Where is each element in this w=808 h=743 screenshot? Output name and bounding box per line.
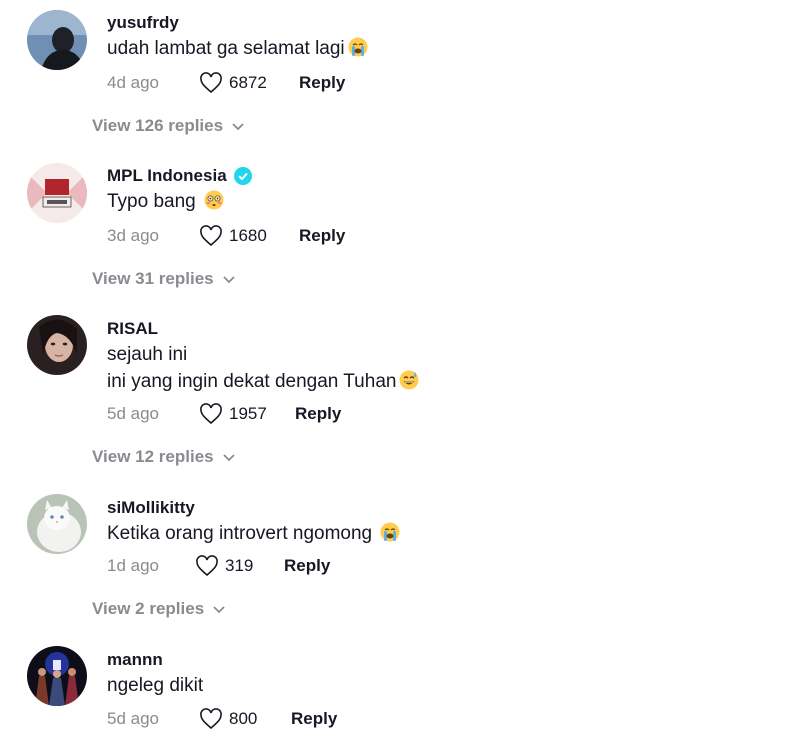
like-button[interactable]: 800 (199, 708, 291, 730)
loudly-crying-face-icon (348, 37, 368, 57)
view-replies-label[interactable]: View 126 replies (92, 116, 223, 136)
username[interactable]: RISAL (107, 319, 158, 339)
verified-badge-icon (233, 167, 252, 185)
like-button[interactable]: 319 (195, 555, 284, 577)
like-button[interactable]: 6872 (199, 72, 299, 94)
comment-line: Ketika orang introvert ngomong (107, 523, 373, 544)
timestamp: 1d ago (107, 556, 159, 575)
like-button[interactable]: 1680 (199, 225, 299, 247)
reply-button[interactable]: Reply (295, 404, 341, 424)
username-text[interactable]: siMollikitty (107, 498, 195, 518)
like-count: 6872 (229, 73, 267, 92)
comment-line: ini yang ingin dekat dengan Tuhan (107, 371, 397, 392)
chevron-down-icon (232, 123, 244, 131)
comment-line: Typo bang (107, 191, 196, 212)
avatar[interactable] (27, 315, 87, 375)
heart-icon[interactable] (199, 225, 223, 247)
view-replies-button[interactable]: View 126 replies (92, 116, 245, 136)
comment-text: Typo bang (107, 188, 224, 215)
like-count: 319 (225, 556, 254, 575)
like-count: 1957 (229, 404, 267, 423)
timestamp: 4d ago (107, 73, 159, 92)
heart-icon[interactable] (195, 555, 219, 577)
comment-line: ngeleg dikit (107, 675, 204, 696)
avatar[interactable] (27, 494, 87, 554)
flushed-face-icon (204, 190, 224, 210)
username-text[interactable]: yusufrdy (107, 13, 179, 33)
timestamp: 3d ago (107, 226, 159, 245)
view-replies-label[interactable]: View 31 replies (92, 269, 214, 289)
comment-meta: 1d ago 319 Reply (107, 555, 330, 577)
reply-button[interactable]: Reply (299, 73, 345, 93)
username-text[interactable]: RISAL (107, 319, 158, 339)
heart-icon[interactable] (199, 403, 223, 425)
like-count: 1680 (229, 226, 267, 245)
comment-text: ini yang ingin dekat dengan Tuhan (107, 368, 419, 395)
username[interactable]: siMollikitty (107, 498, 195, 518)
chevron-down-icon (213, 606, 225, 614)
username[interactable]: MPL Indonesia (107, 166, 252, 186)
comment-text: sejauh ini (107, 341, 187, 368)
reply-button[interactable]: Reply (299, 226, 345, 246)
comment-meta: 5d ago 1957 Reply (107, 403, 341, 425)
avatar[interactable] (27, 646, 87, 706)
avatar[interactable] (27, 163, 87, 223)
timestamp: 5d ago (107, 709, 159, 728)
like-count: 800 (229, 709, 258, 728)
username-text[interactable]: MPL Indonesia (107, 166, 227, 186)
heart-icon[interactable] (199, 708, 223, 730)
like-button[interactable]: 1957 (199, 403, 295, 425)
comment-text: Ketika orang introvert ngomong (107, 520, 400, 547)
reply-button[interactable]: Reply (284, 556, 330, 576)
view-replies-button[interactable]: View 2 replies (92, 599, 226, 619)
view-replies-button[interactable]: View 12 replies (92, 447, 236, 467)
chevron-down-icon (222, 276, 235, 284)
timestamp: 5d ago (107, 404, 159, 423)
comment-meta: 4d ago 6872 Reply (107, 72, 345, 94)
comment-text: ngeleg dikit (107, 672, 203, 699)
comments-list: yusufrdy udah lambat ga selamat lagi 4d … (0, 0, 808, 743)
username[interactable]: yusufrdy (107, 13, 179, 33)
comment-meta: 3d ago 1680 Reply (107, 225, 345, 247)
view-replies-button[interactable]: View 31 replies (92, 269, 236, 289)
loudly-crying-face-icon (380, 522, 400, 542)
grinning-sweat-face-icon (399, 370, 419, 390)
reply-button[interactable]: Reply (291, 709, 337, 729)
username-text[interactable]: mannn (107, 650, 163, 670)
view-replies-label[interactable]: View 12 replies (92, 447, 214, 467)
view-replies-label[interactable]: View 2 replies (92, 599, 204, 619)
comment-meta: 5d ago 800 Reply (107, 708, 337, 730)
heart-icon[interactable] (199, 72, 223, 94)
comment-line: udah lambat ga selamat lagi (107, 38, 345, 59)
chevron-down-icon (222, 454, 235, 462)
avatar[interactable] (27, 10, 87, 70)
comment-line: sejauh ini (107, 344, 188, 365)
comment-text: udah lambat ga selamat lagi (107, 35, 368, 62)
username[interactable]: mannn (107, 650, 163, 670)
